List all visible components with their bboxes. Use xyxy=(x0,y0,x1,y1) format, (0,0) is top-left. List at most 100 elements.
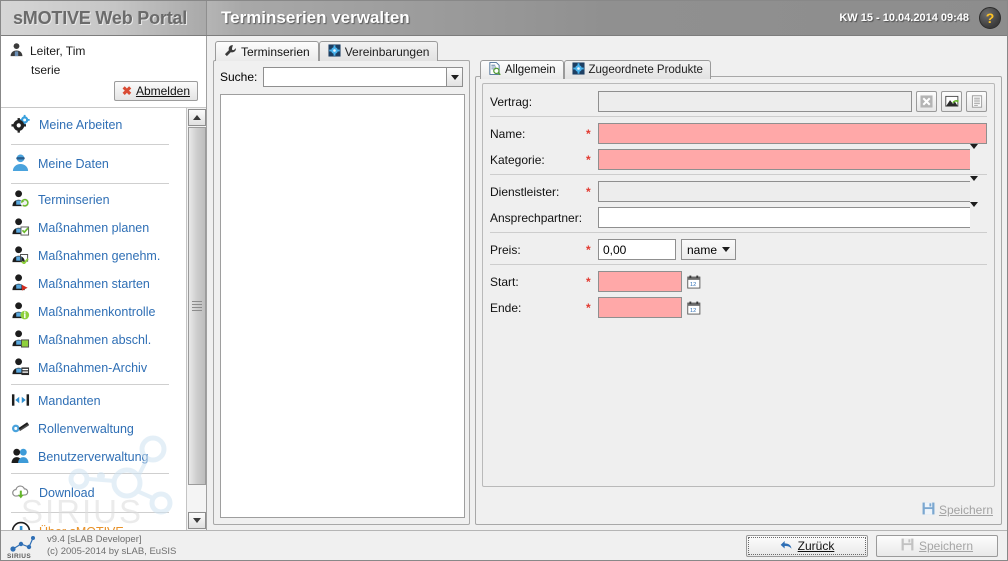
sidebar-item-massnahmen-archiv[interactable]: Maßnahmen-Archiv xyxy=(1,354,179,382)
brand-title: sMOTIVE Web Portal xyxy=(1,1,207,35)
red-x-icon: ✖ xyxy=(121,84,132,98)
kategorie-combo[interactable] xyxy=(598,144,987,170)
name-required-marker: * xyxy=(586,126,591,141)
tab-allgemein[interactable]: Allgemein xyxy=(480,60,564,79)
ansprechpartner-input[interactable] xyxy=(598,207,970,228)
scrollbar-track[interactable] xyxy=(187,127,206,511)
help-icon[interactable]: ? xyxy=(979,7,1001,29)
scroll-up-arrow-icon[interactable] xyxy=(188,109,206,126)
copyright-text: (c) 2005-2014 by sLAB, EuSIS xyxy=(47,546,177,557)
clear-contract-button[interactable] xyxy=(916,91,937,112)
user-icon xyxy=(9,42,24,60)
wrench-icon xyxy=(224,44,237,60)
chevron-down-icon[interactable] xyxy=(970,176,987,202)
undo-arrow-icon xyxy=(780,539,793,554)
start-label: Start: xyxy=(490,274,519,289)
tab-label: Vereinbarungen xyxy=(344,44,430,59)
sidebar-item-label: Meine Arbeiten xyxy=(39,118,123,132)
preis-unit-label: name xyxy=(687,242,718,257)
preis-input[interactable] xyxy=(598,239,676,260)
sidebar-item-label: Maßnahmen genehm. xyxy=(38,249,161,263)
sidebar-divider xyxy=(11,183,169,184)
preis-unit-select[interactable]: name xyxy=(681,239,737,260)
vertrag-input[interactable] xyxy=(598,91,912,112)
detail-panel: Allgemein Zugeordnete Produkte Vertrag: … xyxy=(475,60,1002,525)
person-start-icon xyxy=(11,273,30,295)
sidebar-item-massnahmen-abschliessen[interactable]: Maßnahmen abschl. xyxy=(1,326,179,354)
sidebar-item-massnahmenkontrolle[interactable]: Maßnahmenkontrolle xyxy=(1,298,179,326)
tab-vereinbarungen[interactable]: Vereinbarungen xyxy=(318,41,439,61)
panel-save-label: Speichern xyxy=(938,503,993,517)
sidebar-divider xyxy=(11,384,169,385)
users-icon xyxy=(11,447,30,467)
scrollbar-thumb[interactable] xyxy=(188,127,206,485)
sidebar-item-ueber-smotive[interactable]: Über sMOTIVE xyxy=(1,515,179,530)
chevron-down-icon[interactable] xyxy=(446,67,463,87)
search-input[interactable] xyxy=(263,67,446,87)
page-title: Terminserien verwalten xyxy=(221,8,410,27)
person-complete-icon xyxy=(11,329,30,351)
dienstleister-combo[interactable] xyxy=(598,176,987,202)
save-button[interactable]: Speichern xyxy=(876,535,998,557)
app-header: sMOTIVE Web Portal Terminserien verwalte… xyxy=(1,1,1007,36)
sidebar-item-download[interactable]: Download xyxy=(1,476,179,510)
contract-document-button[interactable] xyxy=(966,91,987,112)
sidebar-item-label: Maßnahmen planen xyxy=(38,221,150,235)
sidebar-item-terminserien[interactable]: Terminserien xyxy=(1,186,179,214)
tab-label: Zugeordnete Produkte xyxy=(588,64,703,76)
results-list[interactable] xyxy=(220,94,465,518)
sidebar-item-meine-arbeiten[interactable]: Meine Arbeiten xyxy=(1,108,179,142)
dienstleister-input[interactable] xyxy=(598,181,970,202)
sidebar-item-massnahmen-genehmigen[interactable]: Maßnahmen genehm. xyxy=(1,242,179,270)
tab-terminserien[interactable]: Terminserien xyxy=(215,41,319,61)
sidebar-item-massnahmen-planen[interactable]: Maßnahmen planen xyxy=(1,214,179,242)
name-input[interactable] xyxy=(598,123,987,144)
blue-gear-box-icon xyxy=(571,62,585,78)
sidebar-item-massnahmen-starten[interactable]: Maßnahmen starten xyxy=(1,270,179,298)
chevron-down-icon[interactable] xyxy=(970,202,987,228)
person-approve-icon xyxy=(11,245,30,267)
search-row: Suche: xyxy=(214,61,469,92)
version-info: v9.4 [sLAB Developer] (c) 2005-2014 by s… xyxy=(47,534,176,558)
main-content: Terminserien Vereinbarungen Suche: Allge… xyxy=(207,36,1007,530)
person-recurrence-icon xyxy=(11,189,30,211)
sidebar-item-label: Maßnahmen abschl. xyxy=(38,333,152,347)
search-combo[interactable] xyxy=(263,67,463,87)
chevron-down-icon[interactable] xyxy=(970,144,987,170)
ansprechpartner-combo[interactable] xyxy=(598,202,987,228)
tab-zugeordnete-produkte[interactable]: Zugeordnete Produkte xyxy=(563,60,711,79)
calendar-icon[interactable]: 12 xyxy=(687,275,701,289)
form-divider xyxy=(490,264,987,265)
sidebar-item-benutzerverwaltung[interactable]: Benutzerverwaltung xyxy=(1,443,179,471)
form-row-kategorie: Kategorie: * xyxy=(490,144,987,171)
tab-label: Terminserien xyxy=(241,44,310,59)
sidebar-item-label: Maßnahmenkontrolle xyxy=(38,305,156,319)
preis-required-marker: * xyxy=(586,242,591,257)
ende-date-input[interactable] xyxy=(598,297,682,318)
start-date-input[interactable] xyxy=(598,271,682,292)
sidebar-divider xyxy=(11,473,169,474)
sidebar-item-rollenverwaltung[interactable]: Rollenverwaltung xyxy=(1,415,179,443)
panel-save-button[interactable]: Speichern xyxy=(922,502,993,518)
kategorie-label: Kategorie: xyxy=(490,152,545,167)
tab-label: Allgemein xyxy=(505,64,556,76)
logout-button[interactable]: ✖ Abmelden xyxy=(113,81,198,101)
calendar-icon[interactable]: 12 xyxy=(687,301,701,315)
application-window: sMOTIVE Web Portal Terminserien verwalte… xyxy=(0,0,1008,561)
info-icon xyxy=(11,521,31,530)
sidebar-scrollbar[interactable] xyxy=(186,108,206,530)
version-number: v9.4 [sLAB Developer] xyxy=(47,534,142,545)
form-row-vertrag: Vertrag: xyxy=(490,90,987,113)
sidebar-item-mandanten[interactable]: Mandanten xyxy=(1,387,179,415)
kategorie-input[interactable] xyxy=(598,149,970,170)
scroll-down-arrow-icon[interactable] xyxy=(188,512,206,529)
select-contract-button[interactable] xyxy=(941,91,962,112)
form-row-ende: Ende: * 12 xyxy=(490,296,987,319)
user-name: Leiter, Tim xyxy=(30,44,86,58)
header-right-group: KW 15 - 10.04.2014 09:48 ? xyxy=(839,1,1007,35)
preis-label: Preis: xyxy=(490,242,521,257)
back-button[interactable]: Zurück xyxy=(746,535,868,557)
ende-required-marker: * xyxy=(586,300,591,315)
sidebar-footer: SIRIUS v9.4 [sLAB Developer] (c) 2005-20… xyxy=(1,530,207,560)
sidebar-item-meine-daten[interactable]: Meine Daten xyxy=(1,147,179,181)
